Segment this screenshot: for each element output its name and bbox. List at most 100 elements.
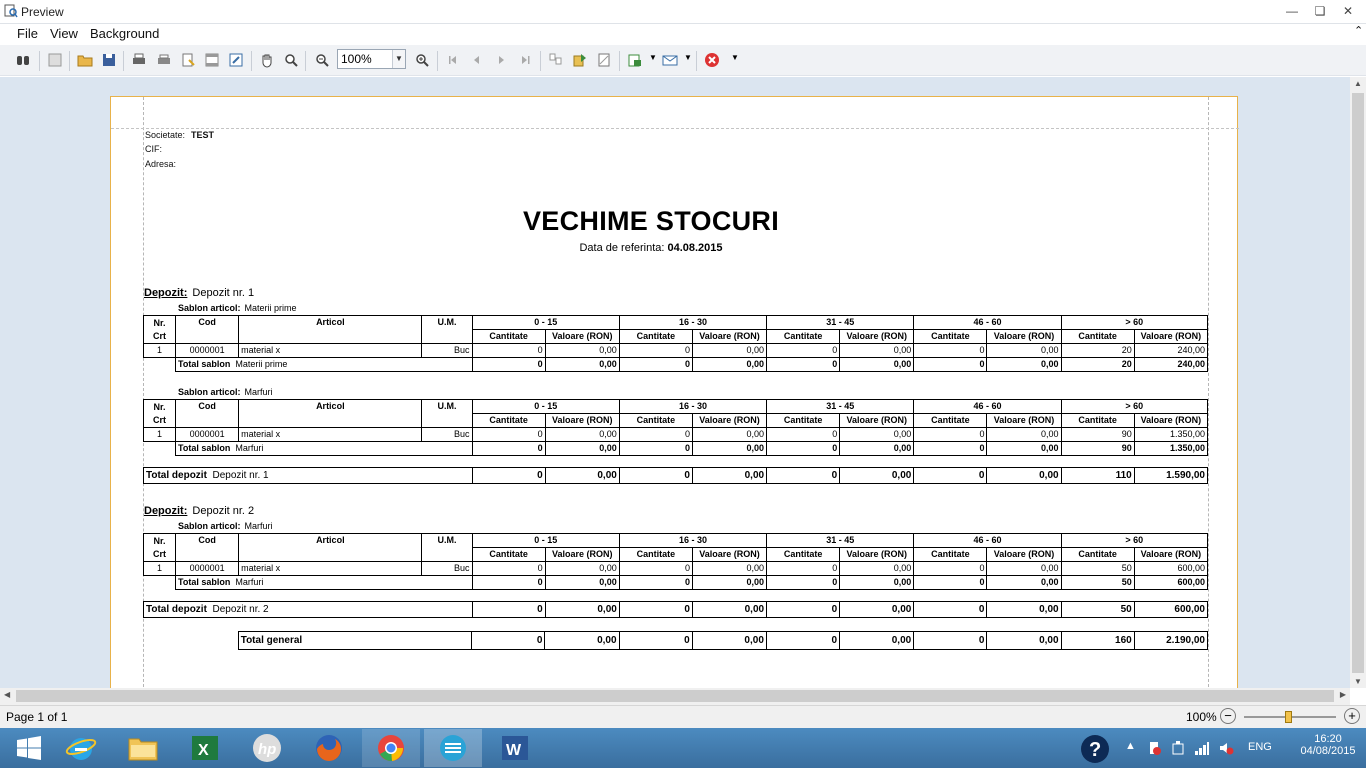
reference-date: Data de referinta: 04.08.2015 — [579, 242, 723, 254]
col-cantitate: Cantitate — [913, 413, 988, 428]
taskbar-chrome[interactable] — [362, 729, 420, 767]
preview-app-icon — [4, 4, 18, 18]
value-cell: 0 — [618, 575, 693, 590]
total-depozit-row: Total depozit Depozit nr. 2 0 0,00 0 0,00 0 0,… — [143, 601, 1209, 618]
network-icon[interactable] — [1194, 740, 1210, 756]
col-cantitate: Cantitate — [471, 547, 546, 562]
taskbar-internet-explorer[interactable] — [52, 729, 110, 767]
taskbar-excel[interactable]: X — [176, 729, 234, 767]
scroll-down-icon[interactable]: ▼ — [1354, 677, 1362, 686]
power-icon[interactable] — [1170, 740, 1186, 756]
language-indicator[interactable]: ENG — [1248, 741, 1272, 753]
value-cell: 0,00 — [544, 427, 620, 442]
zoom-slider-thumb[interactable] — [1285, 711, 1292, 723]
document-map-icon[interactable] — [47, 52, 63, 68]
start-button[interactable] — [0, 729, 58, 767]
volume-muted-icon[interactable] — [1218, 740, 1234, 756]
col-cod: Cod — [175, 315, 240, 344]
value-cell: 0,00 — [839, 357, 915, 372]
scroll-left-icon[interactable]: ◀ — [4, 690, 10, 699]
col-cantitate: Cantitate — [471, 329, 546, 344]
action-center-icon[interactable] — [1146, 740, 1162, 756]
toolbar-options-icon[interactable]: ▼ — [731, 53, 739, 62]
header-footer-icon[interactable] — [204, 52, 220, 68]
minimize-button[interactable]: — — [1284, 4, 1300, 18]
value-cell: 0,00 — [839, 575, 915, 590]
first-page-icon[interactable] — [445, 52, 461, 68]
hand-tool-icon[interactable] — [259, 52, 275, 68]
sablon-heading: Sablon articol: Marfuri — [178, 387, 273, 397]
previous-page-icon[interactable] — [469, 52, 485, 68]
email-dropdown-icon[interactable]: ▼ — [684, 53, 692, 62]
zoom-out-icon[interactable] — [314, 52, 330, 68]
value-cell: 0 — [913, 427, 988, 442]
value-cell: 0 — [913, 343, 988, 358]
last-page-icon[interactable] — [517, 52, 533, 68]
value-cell: 0,00 — [544, 631, 620, 650]
scroll-right-icon[interactable]: ▶ — [1340, 690, 1346, 699]
clock[interactable]: 16:20 04/08/2015 — [1290, 733, 1366, 757]
close-preview-icon[interactable] — [704, 52, 720, 68]
save-icon[interactable] — [101, 52, 117, 68]
horizontal-scrollbar[interactable]: ◀ ▶ — [0, 688, 1350, 705]
print-icon[interactable] — [156, 52, 172, 68]
value-cell: 0 — [471, 427, 546, 442]
taskbar-word[interactable]: W — [486, 729, 544, 767]
export-dropdown-icon[interactable]: ▼ — [649, 53, 657, 62]
scale-icon[interactable] — [228, 52, 244, 68]
value-cell: 600,00 — [1133, 561, 1209, 576]
multiple-pages-icon[interactable] — [548, 52, 564, 68]
watermark-icon[interactable] — [596, 52, 612, 68]
value-cell: 0 — [618, 427, 693, 442]
value-cell: 0,00 — [986, 575, 1062, 590]
value-cell: 0 — [766, 441, 841, 456]
excel-icon: X — [192, 736, 218, 760]
page-setup-icon[interactable] — [180, 52, 196, 68]
help-icon[interactable]: ? — [1080, 734, 1110, 764]
taskbar-file-explorer[interactable] — [114, 729, 172, 767]
title-bar: Preview — ❏ ✕ — [0, 0, 1366, 24]
export-document-icon[interactable] — [627, 52, 643, 68]
value-cell: 0,00 — [691, 427, 768, 442]
chevron-down-icon[interactable]: ▼ — [392, 50, 405, 68]
open-icon[interactable] — [77, 52, 93, 68]
find-icon[interactable] — [15, 52, 31, 68]
vertical-scroll-thumb[interactable] — [1352, 93, 1364, 673]
menu-background[interactable]: Background — [90, 26, 159, 41]
vertical-scrollbar[interactable]: ▲ ▼ — [1350, 77, 1366, 688]
zoom-select[interactable]: 100% ▼ — [337, 49, 406, 69]
export-icon[interactable] — [572, 52, 588, 68]
zoom-in-button[interactable]: + — [1344, 708, 1360, 724]
collapse-menu-icon[interactable]: ⌃ — [1354, 24, 1363, 37]
print-dialog-icon[interactable] — [131, 52, 147, 68]
col-nr: Nr. Crt — [142, 399, 177, 428]
show-hidden-icons[interactable]: ▲ — [1125, 740, 1136, 752]
col-valoare: Valoare (RON) — [986, 413, 1062, 428]
value-cell: 0 — [913, 357, 988, 372]
col-range: 0 - 15 — [471, 399, 620, 414]
menu-file[interactable]: File — [17, 26, 38, 41]
taskbar-preview-app[interactable] — [424, 729, 482, 767]
taskbar-firefox[interactable] — [300, 729, 358, 767]
value-cell: 0,00 — [839, 467, 915, 484]
restore-button[interactable]: ❏ — [1312, 4, 1328, 18]
value-cell: 0,00 — [691, 601, 768, 618]
next-page-icon[interactable] — [493, 52, 509, 68]
value-cell: 0,00 — [691, 575, 768, 590]
zoom-out-button[interactable]: − — [1220, 708, 1236, 724]
value-cell: 0 — [618, 631, 693, 650]
magnifier-icon[interactable] — [283, 52, 299, 68]
toolbar: ▼ ▼ ▼ — [0, 45, 1366, 76]
zoom-in-icon[interactable] — [414, 52, 430, 68]
email-icon[interactable] — [662, 52, 678, 68]
menu-view[interactable]: View — [50, 26, 78, 41]
taskbar-hp[interactable]: hp — [238, 729, 296, 767]
close-button[interactable]: ✕ — [1340, 4, 1356, 18]
col-cantitate: Cantitate — [766, 413, 841, 428]
scroll-up-icon[interactable]: ▲ — [1354, 79, 1362, 88]
stock-table: Nr. Crt Cod Articol U.M. 0 - 15 16 - 30 31 - 45… — [142, 399, 1209, 456]
horizontal-scroll-thumb[interactable] — [16, 690, 1334, 702]
col-cantitate: Cantitate — [1060, 547, 1135, 562]
preview-app-taskbar-icon — [440, 735, 466, 761]
value-cell: 0 — [471, 601, 546, 618]
